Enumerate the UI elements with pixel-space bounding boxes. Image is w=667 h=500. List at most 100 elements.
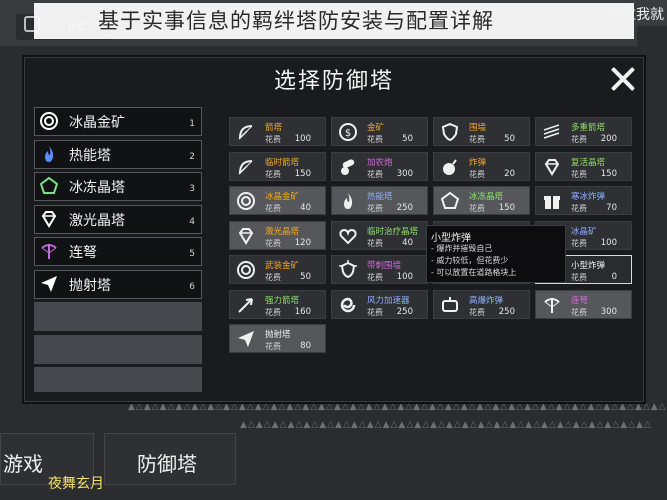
pentagon-icon: [440, 191, 460, 211]
multi-arrow-icon: [542, 122, 562, 142]
tower-cell[interactable]: 箭塔 花费 100: [229, 117, 326, 146]
category-item[interactable]: 激光晶塔 4: [34, 204, 202, 234]
cost-label: 花费: [265, 238, 281, 248]
tower-button[interactable]: 防御塔: [104, 433, 236, 485]
category-hotkey: 4: [189, 216, 195, 227]
article-title: 基于实事信息的羁绊塔防安装与配置详解: [98, 9, 494, 33]
tower-cost: 120: [294, 237, 311, 248]
tower-cell[interactable]: 武装金矿 花费 50: [229, 255, 326, 284]
cost-label: 花费: [265, 204, 281, 213]
tower-button-label: 防御塔: [137, 452, 197, 476]
play-button-label: 游戏: [3, 452, 43, 476]
tower-name: 小型炸弹: [571, 261, 606, 271]
cost-label: 花费: [571, 307, 587, 317]
tower-cost: 50: [300, 272, 311, 282]
crossbow-icon: [39, 241, 61, 263]
crossbow-icon: [542, 295, 562, 315]
tower-name: 热能塔: [367, 192, 393, 202]
tower-cost: 300: [396, 168, 413, 179]
category-item[interactable]: 热能塔 2: [34, 139, 202, 169]
tower-name: 加农炮: [367, 157, 393, 168]
svg-text:$: $: [345, 128, 351, 139]
tower-cost: 150: [294, 168, 311, 179]
tower-cell[interactable]: 风力加速器 花费 250: [331, 289, 428, 319]
dialog-title: 选择防御塔: [273, 69, 394, 94]
tower-cell[interactable]: 连弩 花费 300: [535, 289, 632, 319]
spiked-shield-icon: [338, 260, 358, 280]
tower-cost: 150: [600, 168, 617, 179]
tower-cell[interactable]: 炸弹 花费 20: [433, 151, 530, 181]
shield-icon: [440, 122, 460, 142]
tower-cell[interactable]: $ 金矿 花费 50: [331, 117, 428, 146]
tower-cell[interactable]: 带刺围墙 花费 100: [331, 255, 428, 284]
cost-label: 花费: [367, 169, 383, 179]
category-hotkey: 1: [189, 119, 195, 129]
tower-cell[interactable]: 寒冰炸弹 花费 70: [535, 186, 632, 215]
tower-cell[interactable]: 抛射塔 花费 80: [229, 324, 326, 353]
tower-name: 炸弹: [469, 157, 487, 168]
category-item[interactable]: 冰晶金矿 1: [34, 107, 202, 136]
tooltip-line: - 可以放置在道路格块上: [431, 268, 517, 277]
tower-cell[interactable]: 临时治疗晶塔 花费 40: [331, 220, 428, 250]
category-label: 热能塔: [69, 147, 111, 164]
tower-cost: 100: [396, 272, 413, 282]
tower-cell[interactable]: 激光晶塔 花费 120: [229, 220, 326, 250]
swirl-icon: [338, 295, 358, 315]
pentagon-icon: [39, 176, 61, 198]
cost-label: 花费: [469, 204, 485, 213]
tower-name: 箭塔: [265, 123, 283, 133]
flame-icon: [338, 191, 358, 211]
tower-cell[interactable]: 冰晶金矿 花费 40: [229, 186, 326, 215]
tower-cell[interactable]: 多重箭塔 花费 200: [535, 117, 632, 146]
tower-cost: 160: [294, 306, 311, 317]
category-item[interactable]: 连弩 5: [34, 237, 202, 266]
cost-label: 花费: [367, 238, 383, 248]
tower-cost: 40: [300, 203, 311, 213]
tower-cell[interactable]: 临时箭塔 花费 150: [229, 151, 326, 181]
cost-label: 花费: [571, 238, 587, 248]
tower-name: 金矿: [367, 123, 385, 133]
tower-cost: 100: [294, 134, 311, 144]
author-watermark-bottom: 夜舞玄月: [48, 476, 104, 492]
tower-cost: 100: [600, 237, 617, 248]
cost-label: 花费: [367, 204, 383, 213]
tower-cost: 150: [498, 203, 515, 213]
tower-name: 风力加速器: [367, 295, 410, 306]
diamond-icon: [39, 209, 61, 231]
category-hotkey: 6: [189, 281, 195, 292]
tower-cell[interactable]: 围墙 花费 50: [433, 117, 530, 146]
tower-cost: 80: [300, 341, 311, 351]
tower-cost: 250: [396, 203, 413, 213]
tower-cost: 50: [504, 134, 515, 144]
paper-plane-icon: [39, 274, 61, 296]
arrow-icon: [236, 295, 256, 315]
tower-name: 抛射塔: [265, 330, 291, 340]
category-item[interactable]: 抛射塔 6: [34, 269, 202, 299]
category-label: 连弩: [69, 245, 97, 261]
tooltip-line: - 威力较低，但花费少: [431, 256, 509, 265]
ring-icon: [236, 260, 256, 280]
close-button[interactable]: [607, 63, 639, 95]
bomb-icon: [440, 157, 460, 177]
diamond-icon: [236, 226, 256, 246]
category-hotkey: 3: [189, 184, 195, 194]
tower-cell[interactable]: 加农炮 花费 300: [331, 151, 428, 181]
select-tower-dialog: 选择防御塔 冰晶金矿 1 热能塔 2 冰冻晶塔 3 激光晶塔 4 连弩 5 抛射…: [22, 55, 646, 404]
tower-cost: 50: [402, 134, 413, 144]
category-label: 激光晶塔: [69, 212, 125, 229]
tower-cell[interactable]: 热能塔 花费 250: [331, 186, 428, 215]
crystal-mine-icon: [39, 111, 61, 133]
category-item[interactable]: 冰冻晶塔 3: [34, 172, 202, 201]
tower-cell[interactable]: 强力箭塔 花费 160: [229, 289, 326, 319]
tower-cell[interactable]: 高爆炸弹 花费 250: [433, 289, 530, 319]
cost-label: 花费: [571, 204, 587, 213]
tower-cell[interactable]: 复活晶塔 花费 150: [535, 151, 632, 181]
tower-name: 临时治疗晶塔: [367, 226, 419, 237]
tower-tooltip: 小型炸弹 - 爆炸并摧毁自己 - 威力较低，但花费少 - 可以放置在道路格块上: [426, 225, 566, 283]
tower-cost: 250: [396, 306, 413, 317]
flame-icon: [39, 144, 61, 166]
paper-plane-icon: [236, 329, 256, 349]
tower-cell[interactable]: 冰冻晶塔 花费 150: [433, 186, 530, 215]
category-hotkey: 5: [189, 249, 195, 259]
tower-cost: 70: [606, 203, 617, 213]
